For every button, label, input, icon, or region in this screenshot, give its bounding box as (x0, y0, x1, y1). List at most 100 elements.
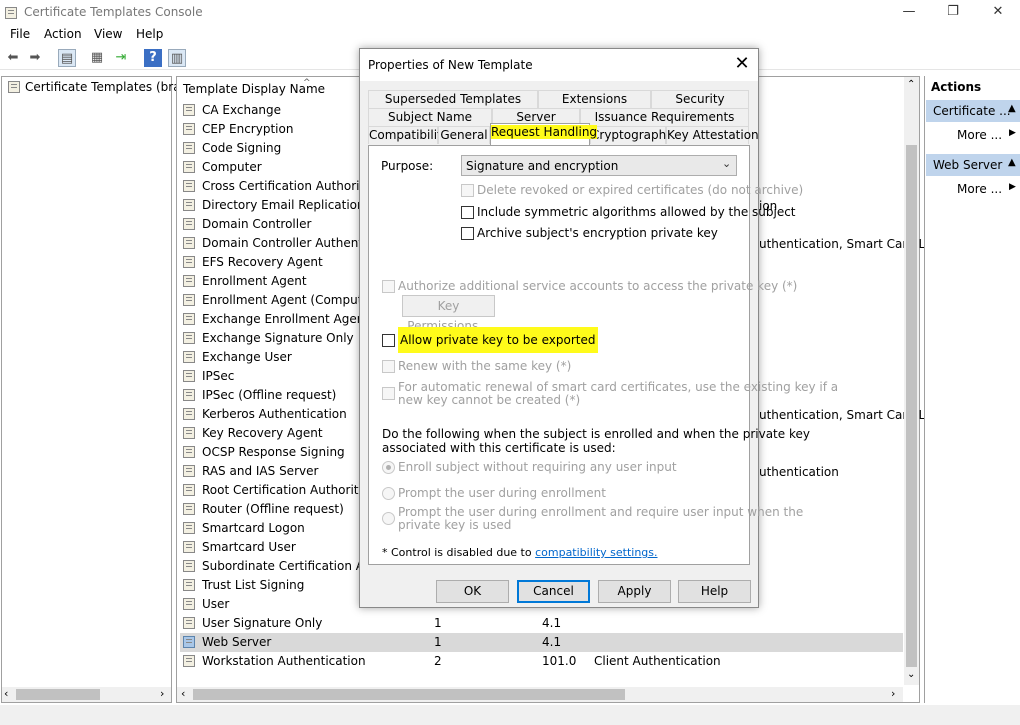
properties-icon[interactable]: ▦ (88, 49, 106, 67)
tree-horizontal-scrollbar[interactable]: ‹ › (2, 687, 171, 702)
certificate-template-icon (183, 161, 195, 173)
template-name-cell: Enrollment Agent (202, 274, 307, 288)
menu-action[interactable]: Action (44, 27, 82, 41)
collapse-icon[interactable]: ▲ (1008, 103, 1016, 114)
cancel-button[interactable]: Cancel (517, 580, 590, 603)
tab-cryptography[interactable]: Cryptography (590, 126, 673, 144)
back-arrow-icon[interactable]: ⬅ (4, 49, 22, 67)
actions-section-certificate-templates[interactable]: Certificate ... ▲ (926, 100, 1020, 122)
export-list-icon[interactable]: ⇥ (112, 49, 130, 67)
template-name-cell: IPSec (202, 369, 235, 383)
compat-footnote: * Control is disabled due to compatibili… (382, 546, 658, 559)
certificate-template-icon (183, 142, 195, 154)
menu-file[interactable]: File (10, 27, 30, 41)
renew-same-key-label: Renew with the same key (*) (398, 359, 572, 373)
authorize-accounts-checkbox[interactable] (382, 280, 395, 293)
certificate-template-icon (183, 104, 195, 116)
list-horizontal-scrollbar[interactable]: ‹ › (177, 687, 903, 702)
menu-help[interactable]: Help (136, 27, 163, 41)
apply-button[interactable]: Apply (598, 580, 671, 603)
enroll-instructions-line2: associated with this certificate is used… (382, 441, 616, 455)
list-scroll-thumb[interactable] (906, 145, 917, 667)
ok-button[interactable]: OK (436, 580, 509, 603)
help-icon[interactable]: ? (144, 49, 162, 67)
actions-more-link[interactable]: More ... (957, 182, 1002, 196)
scroll-right-icon[interactable]: › (160, 687, 164, 700)
certificate-template-icon (183, 655, 195, 667)
purpose-select[interactable]: Signature and encryption ⌄ (461, 155, 737, 176)
smartcard-renewal-checkbox[interactable] (382, 387, 395, 400)
prompt-user-label: Prompt the user during enrollment (398, 486, 606, 500)
show-action-pane-icon[interactable]: ▥ (168, 49, 186, 67)
template-name-cell: Directory Email Replication (202, 198, 365, 212)
template-name-cell: Router (Offline request) (202, 502, 344, 516)
minimize-button[interactable]: — (886, 2, 932, 22)
show-tree-icon[interactable]: ▤ (58, 49, 76, 67)
enroll-instructions: Do the following when the subject is enr… (382, 427, 810, 441)
certificate-template-icon (183, 617, 195, 629)
tab-general[interactable]: General (438, 126, 490, 144)
purposes-cell: Client Authentication (594, 654, 721, 668)
prompt-require-input-radio[interactable] (382, 512, 395, 525)
archive-key-checkbox[interactable] (461, 227, 474, 240)
template-name-cell: Code Signing (202, 141, 282, 155)
certificate-template-icon (183, 351, 195, 363)
template-name-cell: Computer (202, 160, 262, 174)
table-row[interactable]: User Signature Only 1 4.1 (180, 614, 903, 633)
restore-button[interactable]: ❐ (930, 2, 976, 22)
actions-more-link[interactable]: More ... (957, 128, 1002, 142)
enroll-no-input-radio[interactable] (382, 461, 395, 474)
actions-section-web-server[interactable]: Web Server ▲ (926, 154, 1020, 176)
submenu-arrow-icon: ▶ (1009, 128, 1016, 138)
table-row[interactable]: Workstation Authentication 2 101.0 Client A… (180, 652, 903, 671)
template-name-cell: CA Exchange (202, 103, 282, 117)
certificate-template-icon (183, 313, 195, 325)
list-hscroll-thumb[interactable] (193, 689, 625, 700)
column-header-template-display-name[interactable]: Template Display Name ^ (183, 78, 325, 96)
menu-view[interactable]: View (94, 27, 122, 41)
dialog-title: Properties of New Template (368, 58, 533, 72)
template-name-cell: Root Certification Authority (202, 483, 366, 497)
collapse-icon[interactable]: ▲ (1008, 157, 1016, 168)
certificate-template-icon (183, 370, 195, 382)
template-name-cell: Kerberos Authentication (202, 407, 347, 421)
include-symmetric-checkbox[interactable] (461, 206, 474, 219)
tree-item-certificate-templates[interactable]: Certificate Templates (brain (8, 80, 192, 94)
tab-superseded-templates[interactable]: Superseded Templates (368, 90, 538, 108)
key-permissions-button[interactable]: Key Permissions... (402, 295, 495, 333)
tree-scroll-thumb[interactable] (16, 689, 100, 700)
tab-request-handling[interactable]: Request Handling (490, 123, 598, 145)
scroll-down-icon[interactable]: ⌄ (907, 669, 915, 680)
tab-subject-name[interactable]: Subject Name (368, 108, 492, 126)
dialog-close-button[interactable]: ✕ (730, 53, 754, 74)
certificate-template-icon (183, 560, 195, 572)
tab-key-attestation[interactable]: Key Attestation (666, 126, 759, 144)
tab-security[interactable]: Security (651, 90, 749, 108)
allow-export-checkbox[interactable] (382, 334, 395, 347)
help-button[interactable]: Help (678, 580, 751, 603)
actions-pane: Actions Certificate ... ▲ More ... ▶ Web… (924, 76, 1020, 703)
renew-same-key-checkbox[interactable] (382, 360, 395, 373)
certificate-template-icon (183, 636, 195, 648)
scroll-left-icon[interactable]: ‹ (4, 687, 8, 700)
scroll-up-icon[interactable]: ⌃ (907, 79, 915, 90)
certificate-template-icon (183, 408, 195, 420)
delete-revoked-checkbox[interactable] (461, 184, 474, 197)
compatibility-settings-link[interactable]: compatibility settings. (535, 546, 657, 559)
certificate-template-icon (183, 427, 195, 439)
status-bar (0, 705, 1020, 725)
scroll-right-icon[interactable]: › (891, 687, 895, 700)
certificate-template-icon (183, 237, 195, 249)
template-name-cell: Workstation Authentication (202, 654, 366, 668)
forward-arrow-icon[interactable]: ➡ (26, 49, 44, 67)
tab-compatibility[interactable]: Compatibility (368, 126, 449, 144)
table-row[interactable]: Web Server 1 4.1 (180, 633, 903, 652)
certificate-template-icon (183, 256, 195, 268)
certificate-template-icon (8, 81, 20, 93)
tab-extensions[interactable]: Extensions (538, 90, 651, 108)
tab-issuance-requirements[interactable]: Issuance Requirements (580, 108, 749, 126)
scroll-left-icon[interactable]: ‹ (181, 687, 185, 700)
list-vertical-scrollbar[interactable]: ⌃ ⌄ (904, 77, 919, 685)
prompt-user-radio[interactable] (382, 487, 395, 500)
close-button[interactable]: ✕ (975, 2, 1020, 22)
